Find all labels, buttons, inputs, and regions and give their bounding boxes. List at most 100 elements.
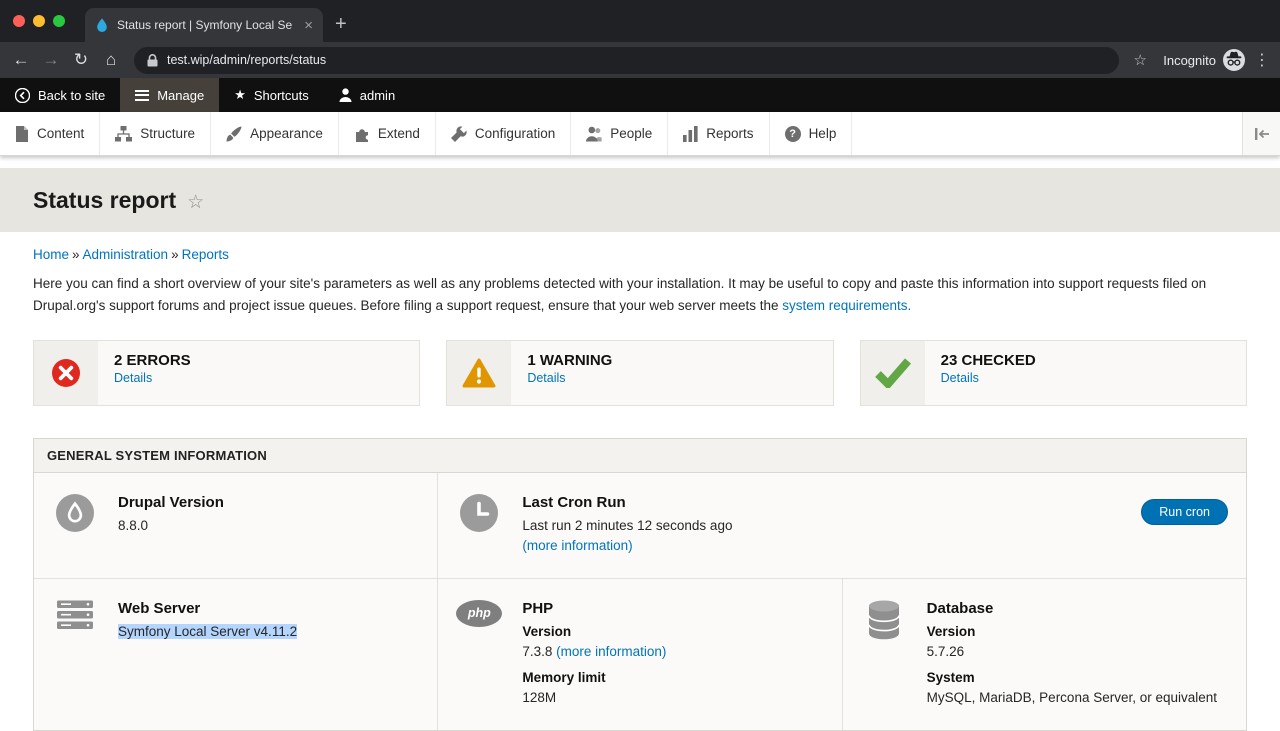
drupal-version-title: Drupal Version bbox=[118, 494, 224, 511]
php-cell: php PHP Version 7.3.8 (more information)… bbox=[438, 579, 841, 730]
database-system-label: System bbox=[927, 668, 1217, 688]
cell-body: PHP Version 7.3.8 (more information) Mem… bbox=[522, 600, 666, 709]
page-header: Status report ☆ bbox=[0, 168, 1280, 232]
breadcrumb-administration[interactable]: Administration bbox=[83, 247, 169, 262]
database-version-value: 5.7.26 bbox=[927, 642, 1217, 662]
menu-item-extend[interactable]: Extend bbox=[339, 112, 436, 155]
incognito-label: Incognito bbox=[1163, 53, 1216, 68]
menu-item-appearance[interactable]: Appearance bbox=[211, 112, 339, 155]
back-icon[interactable]: ← bbox=[6, 50, 36, 70]
last-cron-run-cell: Last Cron Run Last run 2 minutes 12 seco… bbox=[438, 473, 1246, 578]
people-icon bbox=[586, 126, 602, 142]
tab-title: Status report | Symfony Local Se bbox=[117, 18, 296, 32]
database-version-label: Version bbox=[927, 622, 1217, 642]
menu-label: Extend bbox=[378, 126, 420, 141]
checked-details-link[interactable]: Details bbox=[941, 371, 1036, 385]
card-text: 2 ERRORS Details bbox=[98, 341, 207, 405]
cron-more-information-link[interactable]: (more information) bbox=[522, 538, 632, 553]
puzzle-icon bbox=[354, 126, 370, 142]
warnings-count: 1 WARNING bbox=[527, 352, 612, 369]
new-tab-button[interactable]: + bbox=[323, 13, 359, 42]
warnings-details-link[interactable]: Details bbox=[527, 371, 612, 385]
browser-menu-icon[interactable]: ⋮ bbox=[1250, 50, 1274, 70]
user-icon bbox=[339, 88, 352, 102]
browser-tabstrip: Status report | Symfony Local Se × + bbox=[0, 0, 1280, 42]
spacer bbox=[0, 156, 1280, 168]
favorite-star-icon[interactable]: ☆ bbox=[187, 191, 204, 214]
error-icon bbox=[34, 341, 98, 405]
back-to-site-label: Back to site bbox=[38, 88, 105, 103]
card-text: 1 WARNING Details bbox=[511, 341, 628, 405]
main-content: Home»Administration»Reports Here you can… bbox=[0, 232, 1280, 731]
system-requirements-link[interactable]: system requirements. bbox=[782, 298, 911, 313]
shortcuts-tab[interactable]: ★ Shortcuts bbox=[219, 78, 324, 112]
reload-icon[interactable]: ↻ bbox=[66, 50, 96, 70]
lock-icon bbox=[147, 54, 158, 67]
help-icon: ? bbox=[785, 126, 801, 142]
zoom-window-button[interactable] bbox=[53, 15, 65, 27]
errors-details-link[interactable]: Details bbox=[114, 371, 191, 385]
php-title: PHP bbox=[522, 600, 666, 617]
breadcrumb: Home»Administration»Reports bbox=[33, 247, 1247, 262]
cell-body: Database Version 5.7.26 System MySQL, Ma… bbox=[927, 600, 1217, 709]
drupal-version-cell: Drupal Version 8.8.0 bbox=[34, 473, 437, 578]
address-bar[interactable]: test.wip/admin/reports/status bbox=[134, 47, 1119, 74]
collapse-left-icon bbox=[1254, 127, 1270, 141]
warning-icon bbox=[447, 341, 511, 405]
php-memory-value: 128M bbox=[522, 688, 666, 708]
page-description: Here you can find a short overview of yo… bbox=[33, 273, 1247, 316]
home-icon[interactable]: ⌂ bbox=[96, 50, 126, 70]
database-icon bbox=[861, 600, 907, 640]
breadcrumb-home[interactable]: Home bbox=[33, 247, 69, 262]
toolbar-orientation-toggle[interactable] bbox=[1242, 112, 1280, 155]
menu-label: People bbox=[610, 126, 652, 141]
errors-card: 2 ERRORS Details bbox=[33, 340, 420, 406]
web-server-value: Symfony Local Server v4.11.2 bbox=[118, 624, 297, 639]
menu-item-people[interactable]: People bbox=[571, 112, 668, 155]
back-arrow-icon bbox=[15, 88, 30, 103]
tab-close-icon[interactable]: × bbox=[304, 18, 313, 33]
drupal-version-value: 8.8.0 bbox=[118, 516, 224, 536]
page-title: Status report bbox=[33, 187, 176, 214]
menu-label: Configuration bbox=[475, 126, 555, 141]
forward-icon[interactable]: → bbox=[36, 50, 66, 70]
browser-navbar: ← → ↻ ⌂ test.wip/admin/reports/status ☆ … bbox=[0, 42, 1280, 78]
web-server-cell: Web Server Symfony Local Server v4.11.2 bbox=[34, 579, 437, 730]
bar-chart-icon bbox=[683, 126, 698, 142]
run-cron-button[interactable]: Run cron bbox=[1141, 499, 1228, 525]
menu-item-reports[interactable]: Reports bbox=[668, 112, 769, 155]
url-text: test.wip/admin/reports/status bbox=[167, 53, 326, 67]
errors-count: 2 ERRORS bbox=[114, 352, 191, 369]
server-stack-icon bbox=[52, 600, 98, 630]
menu-item-structure[interactable]: Structure bbox=[100, 112, 211, 155]
clock-icon bbox=[456, 494, 502, 532]
close-window-button[interactable] bbox=[13, 15, 25, 27]
checkmark-icon bbox=[861, 341, 925, 405]
manage-tab[interactable]: Manage bbox=[120, 78, 219, 112]
browser-tab[interactable]: Status report | Symfony Local Se × bbox=[85, 8, 323, 42]
cell-body: Last Cron Run Last run 2 minutes 12 seco… bbox=[522, 494, 732, 557]
user-account-tab[interactable]: admin bbox=[324, 78, 410, 112]
document-icon bbox=[15, 126, 29, 142]
php-more-information-link[interactable]: (more information) bbox=[556, 644, 666, 659]
back-to-site-button[interactable]: Back to site bbox=[0, 78, 120, 112]
menu-label: Structure bbox=[140, 126, 195, 141]
hamburger-icon bbox=[135, 90, 149, 101]
checked-card: 23 CHECKED Details bbox=[860, 340, 1247, 406]
minimize-window-button[interactable] bbox=[33, 15, 45, 27]
php-memory-label: Memory limit bbox=[522, 668, 666, 688]
menu-item-configuration[interactable]: Configuration bbox=[436, 112, 571, 155]
warnings-card: 1 WARNING Details bbox=[446, 340, 833, 406]
breadcrumb-reports[interactable]: Reports bbox=[182, 247, 229, 262]
drupal-favicon-icon bbox=[95, 18, 109, 32]
cron-title: Last Cron Run bbox=[522, 494, 732, 511]
bookmark-star-icon[interactable]: ☆ bbox=[1127, 51, 1153, 69]
menu-item-content[interactable]: Content bbox=[0, 112, 100, 155]
menu-item-help[interactable]: ? Help bbox=[770, 112, 853, 155]
breadcrumb-separator: » bbox=[171, 247, 179, 262]
checked-count: 23 CHECKED bbox=[941, 352, 1036, 369]
drupal-drop-icon bbox=[52, 494, 98, 532]
admin-menu-bar: Content Structure Appearance Extend Conf… bbox=[0, 112, 1280, 156]
user-label: admin bbox=[360, 88, 395, 103]
cell-body: Drupal Version 8.8.0 bbox=[118, 494, 224, 536]
